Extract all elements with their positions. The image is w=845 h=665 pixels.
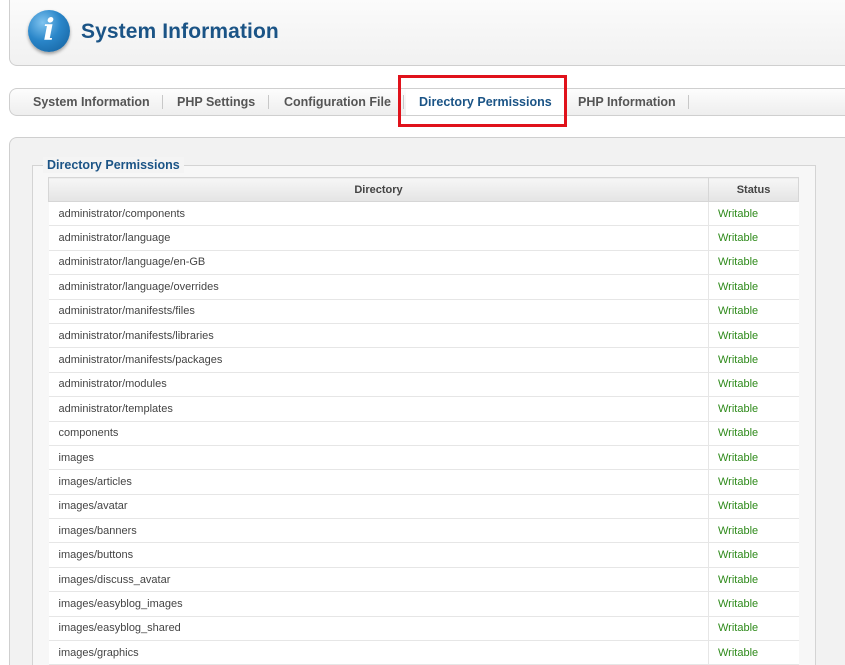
directory-path: administrator/language xyxy=(48,225,709,251)
directory-path: administrator/components xyxy=(48,201,709,227)
status-badge: Writable xyxy=(708,567,799,593)
status-badge: Writable xyxy=(708,274,799,300)
status-badge: Writable xyxy=(708,542,799,568)
table-row: administrator/templates Writable xyxy=(48,396,799,422)
column-header-directory[interactable]: Directory xyxy=(48,177,709,202)
table-row: images/avatar Writable xyxy=(48,494,799,520)
table-row: images/banners Writable xyxy=(48,518,799,544)
table-row: administrator/components Writable xyxy=(48,201,799,227)
status-badge: Writable xyxy=(708,445,799,471)
status-badge: Writable xyxy=(708,494,799,520)
status-badge: Writable xyxy=(708,225,799,251)
table-row: administrator/modules Writable xyxy=(48,372,799,398)
info-icon: i xyxy=(28,10,70,52)
tab-system-information[interactable]: System Information xyxy=(33,89,150,115)
directory-path: administrator/templates xyxy=(48,396,709,422)
directory-path: images/easyblog_shared xyxy=(48,616,709,642)
tab-php-settings[interactable]: PHP Settings xyxy=(177,89,255,115)
tab-configuration-file[interactable]: Configuration File xyxy=(284,89,391,115)
directory-path: administrator/language/en-GB xyxy=(48,250,709,276)
tab-php-information[interactable]: PHP Information xyxy=(578,89,676,115)
directory-permissions-table: Directory Status administrator/component… xyxy=(48,177,799,665)
table-row: images/easyblog_shared Writable xyxy=(48,616,799,642)
page-header: i System Information xyxy=(9,0,845,66)
table-row: administrator/language/overrides Writable xyxy=(48,274,799,300)
status-badge: Writable xyxy=(708,396,799,422)
status-badge: Writable xyxy=(708,201,799,227)
directory-path: images/discuss_avatar xyxy=(48,567,709,593)
active-tab-highlight xyxy=(398,75,567,127)
table-row: administrator/manifests/libraries Writabl… xyxy=(48,323,799,349)
status-badge: Writable xyxy=(708,347,799,373)
status-badge: Writable xyxy=(708,591,799,617)
table-row: images/easyblog_images Writable xyxy=(48,591,799,617)
status-badge: Writable xyxy=(708,299,799,324)
directory-path: images/easyblog_images xyxy=(48,591,709,617)
directory-path: images/graphics xyxy=(48,640,709,665)
directory-path: administrator/manifests/files xyxy=(48,299,709,324)
directory-path: administrator/manifests/libraries xyxy=(48,323,709,349)
directory-path: images/avatar xyxy=(48,494,709,520)
directory-path: images/articles xyxy=(48,469,709,495)
page-title: System Information xyxy=(81,20,279,43)
table-body: administrator/components Writable administ… xyxy=(48,201,799,665)
status-badge: Writable xyxy=(708,421,799,446)
status-badge: Writable xyxy=(708,518,799,544)
status-badge: Writable xyxy=(708,372,799,398)
directory-path: administrator/language/overrides xyxy=(48,274,709,300)
table-header-row: Directory Status xyxy=(48,177,799,202)
status-badge: Writable xyxy=(708,250,799,276)
directory-path: components xyxy=(48,421,709,446)
directory-path: images/buttons xyxy=(48,542,709,568)
table-row: images/articles Writable xyxy=(48,469,799,495)
fieldset-legend: Directory Permissions xyxy=(43,157,184,173)
table-row: images/graphics Writable xyxy=(48,640,799,665)
table-row: images Writable xyxy=(48,445,799,471)
table-row: images/buttons Writable xyxy=(48,542,799,568)
directory-path: images xyxy=(48,445,709,471)
tab-separator xyxy=(688,95,689,109)
system-information-page: i System Information System Information … xyxy=(0,0,845,665)
column-header-status[interactable]: Status xyxy=(708,177,799,202)
status-badge: Writable xyxy=(708,616,799,642)
status-badge: Writable xyxy=(708,640,799,665)
directory-path: administrator/manifests/packages xyxy=(48,347,709,373)
status-badge: Writable xyxy=(708,323,799,349)
directory-path: administrator/modules xyxy=(48,372,709,398)
table-row: components Writable xyxy=(48,421,799,446)
tab-separator xyxy=(162,95,163,109)
table-row: administrator/manifests/packages Writable xyxy=(48,347,799,373)
directory-path: images/banners xyxy=(48,518,709,544)
status-badge: Writable xyxy=(708,469,799,495)
table-row: administrator/language/en-GB Writable xyxy=(48,250,799,276)
table-row: administrator/language Writable xyxy=(48,225,799,251)
tab-separator xyxy=(268,95,269,109)
table-row: images/discuss_avatar Writable xyxy=(48,567,799,593)
table-row: administrator/manifests/files Writable xyxy=(48,299,799,324)
